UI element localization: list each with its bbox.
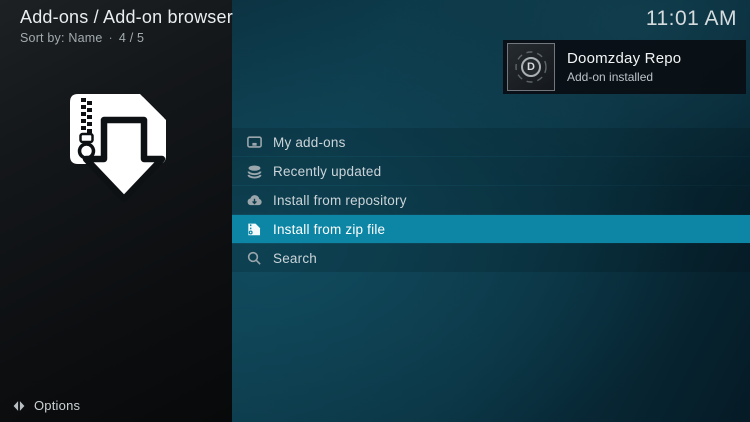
addons-box-icon — [246, 134, 263, 151]
clock: 11:01 AM — [645, 7, 737, 30]
cloud-download-icon — [246, 192, 263, 209]
notification-subtitle: Add-on installed — [567, 70, 654, 84]
page-title: Add-ons / Add-on browser — [20, 7, 233, 27]
menu-item-label: Search — [273, 250, 317, 266]
repo-icon-letter: D — [527, 61, 535, 73]
zip-file-icon — [246, 221, 263, 238]
item-position: 4 / 5 — [118, 31, 145, 45]
options-label: Options — [34, 398, 81, 413]
addon-browser-menu: My add-ons Recently updated Install from… — [232, 128, 750, 273]
notification-title: Doomzday Repo — [567, 50, 682, 67]
menu-item-install-from-zip-file[interactable]: Install from zip file — [232, 215, 750, 243]
menu-item-label: Install from repository — [273, 192, 407, 208]
menu-item-install-from-repository[interactable]: Install from repository — [232, 186, 750, 214]
separator-dot: · — [108, 31, 113, 45]
menu-item-recently-updated[interactable]: Recently updated — [232, 157, 750, 185]
kodi-addon-browser-screen: Add-ons / Add-on browser Sort by: Name · 4… — [0, 0, 750, 422]
search-icon — [246, 250, 263, 267]
menu-item-search[interactable]: Search — [232, 244, 750, 272]
options-icon — [12, 399, 26, 413]
menu-item-label: My add-ons — [273, 134, 346, 150]
menu-item-label: Recently updated — [273, 163, 382, 179]
addon-repo-icon: D — [507, 43, 555, 91]
options-button[interactable]: Options — [8, 396, 84, 415]
recently-updated-icon — [246, 163, 263, 180]
menu-item-my-addons[interactable]: My add-ons — [232, 128, 750, 156]
notification-text: Doomzday Repo Add-on installed — [567, 50, 681, 84]
menu-item-label: Install from zip file — [273, 221, 386, 237]
page-header: Add-ons / Add-on browser Sort by: Name · 4… — [20, 7, 233, 45]
sort-by-label: Sort by: Name — [20, 31, 103, 45]
notification-toast: D Doomzday Repo Add-on installed — [503, 40, 746, 94]
zip-file-artwork-icon — [36, 78, 196, 218]
left-panel: Add-ons / Add-on browser Sort by: Name · 4… — [0, 0, 233, 422]
breadcrumb-status: Sort by: Name · 4 / 5 — [20, 31, 233, 45]
